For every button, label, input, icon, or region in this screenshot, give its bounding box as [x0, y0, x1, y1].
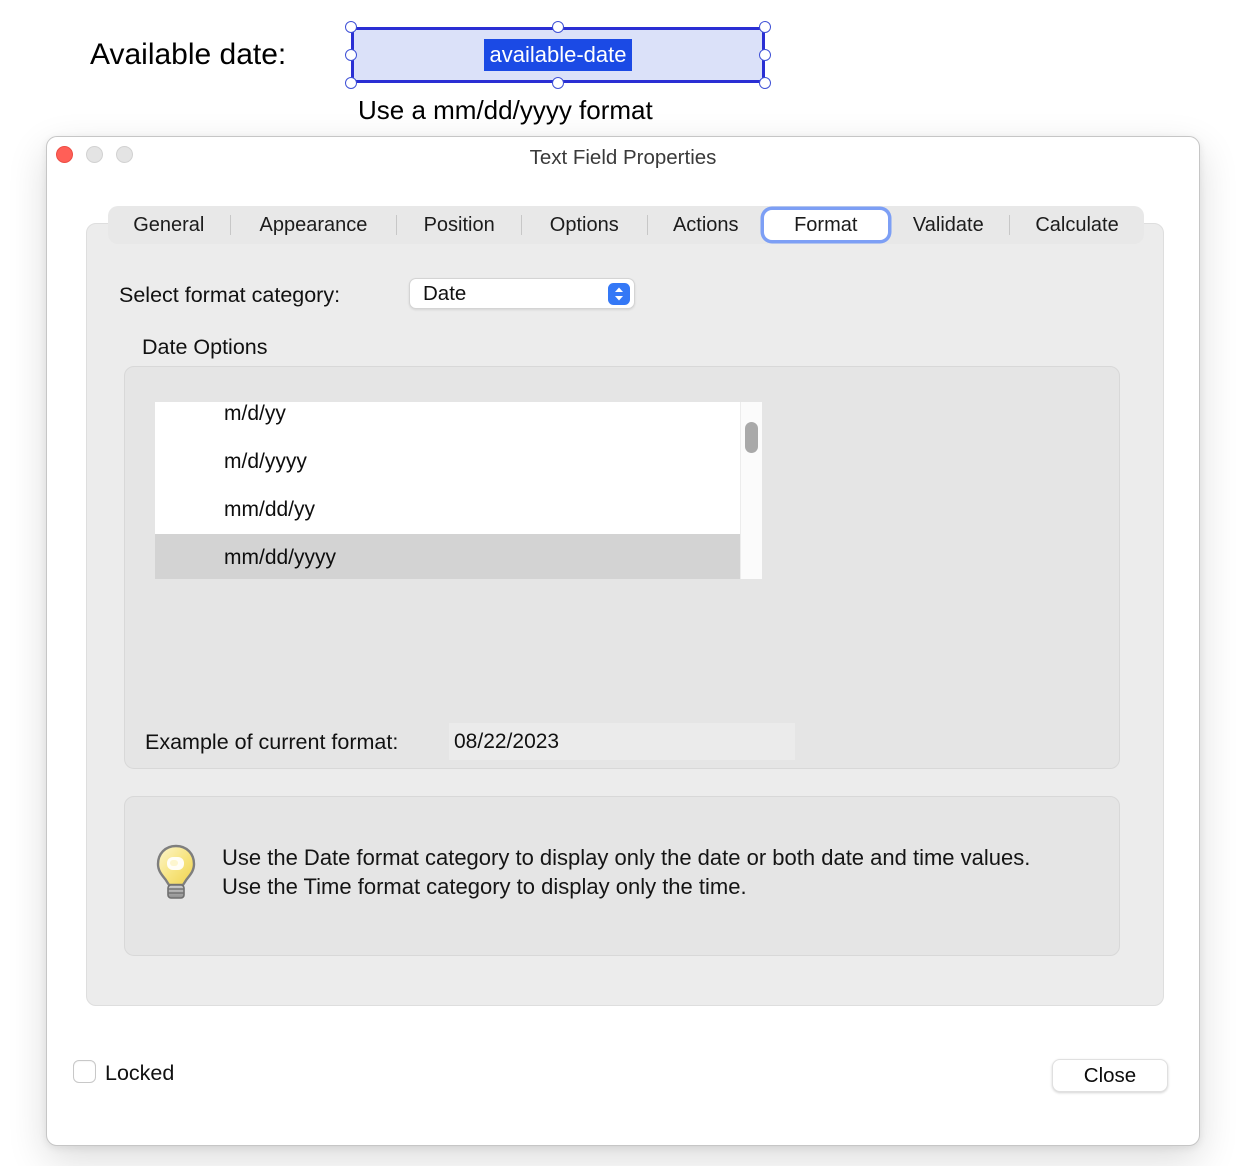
selection-handle-bottom-right[interactable]: [759, 77, 771, 89]
tab-appearance[interactable]: Appearance: [231, 206, 397, 244]
selection-handle-bottom-mid[interactable]: [552, 77, 564, 89]
tab-format[interactable]: Format: [764, 210, 888, 240]
selection-handle-top-left[interactable]: [345, 21, 357, 33]
lightbulb-icon: [154, 844, 198, 902]
example-format-value: 08/22/2023: [454, 730, 559, 754]
selection-handle-right-mid[interactable]: [759, 49, 771, 61]
locked-checkbox-label: Locked: [105, 1061, 174, 1086]
close-button[interactable]: Close: [1052, 1059, 1168, 1092]
text-field-properties-dialog: Text Field Properties General Appearance…: [46, 136, 1200, 1146]
tip-text: Use the Date format category to display …: [222, 844, 1042, 901]
format-category-select[interactable]: Date: [409, 278, 635, 309]
list-item-selected[interactable]: mm/dd/yyyy: [155, 534, 740, 579]
list-item[interactable]: mm/dd/yy: [155, 486, 740, 534]
example-format-value-box: 08/22/2023: [449, 723, 795, 760]
form-field-name-tag: available-date: [484, 39, 633, 71]
format-category-value: Date: [423, 282, 608, 306]
dialog-title: Text Field Properties: [47, 146, 1199, 170]
selection-handle-left-mid[interactable]: [345, 49, 357, 61]
selected-form-field[interactable]: available-date: [351, 27, 765, 83]
form-field-hint: Use a mm/dd/yyyy format: [358, 95, 653, 126]
date-format-list[interactable]: m/d/yy m/d/yyyy mm/dd/yy mm/dd/yyyy: [155, 402, 762, 579]
tab-calculate[interactable]: Calculate: [1010, 206, 1144, 244]
date-options-group-label: Date Options: [142, 335, 267, 360]
selection-handle-bottom-left[interactable]: [345, 77, 357, 89]
date-options-group: m/d/yy m/d/yyyy mm/dd/yy mm/dd/yyyy Exam…: [124, 366, 1120, 769]
dialog-titlebar[interactable]: Text Field Properties: [47, 137, 1199, 177]
tab-general[interactable]: General: [108, 206, 230, 244]
tip-box: Use the Date format category to display …: [124, 796, 1120, 956]
form-field-label: Available date:: [90, 38, 286, 72]
format-category-label: Select format category:: [119, 283, 340, 308]
list-scrollbar-thumb[interactable]: [745, 422, 758, 453]
selection-handle-top-mid[interactable]: [552, 21, 564, 33]
popup-chevrons-icon: [608, 283, 630, 305]
locked-checkbox[interactable]: [73, 1060, 96, 1083]
tab-actions[interactable]: Actions: [648, 206, 764, 244]
tab-bar: General Appearance Position Options Acti…: [108, 206, 1144, 244]
tab-position[interactable]: Position: [397, 206, 521, 244]
list-item[interactable]: m/d/yy: [155, 402, 740, 438]
list-item[interactable]: m/d/yyyy: [155, 438, 740, 486]
tab-validate[interactable]: Validate: [888, 206, 1010, 244]
selection-handle-top-right[interactable]: [759, 21, 771, 33]
example-format-label: Example of current format:: [145, 730, 398, 755]
tab-options[interactable]: Options: [522, 206, 647, 244]
list-scrollbar-track[interactable]: [740, 402, 762, 579]
